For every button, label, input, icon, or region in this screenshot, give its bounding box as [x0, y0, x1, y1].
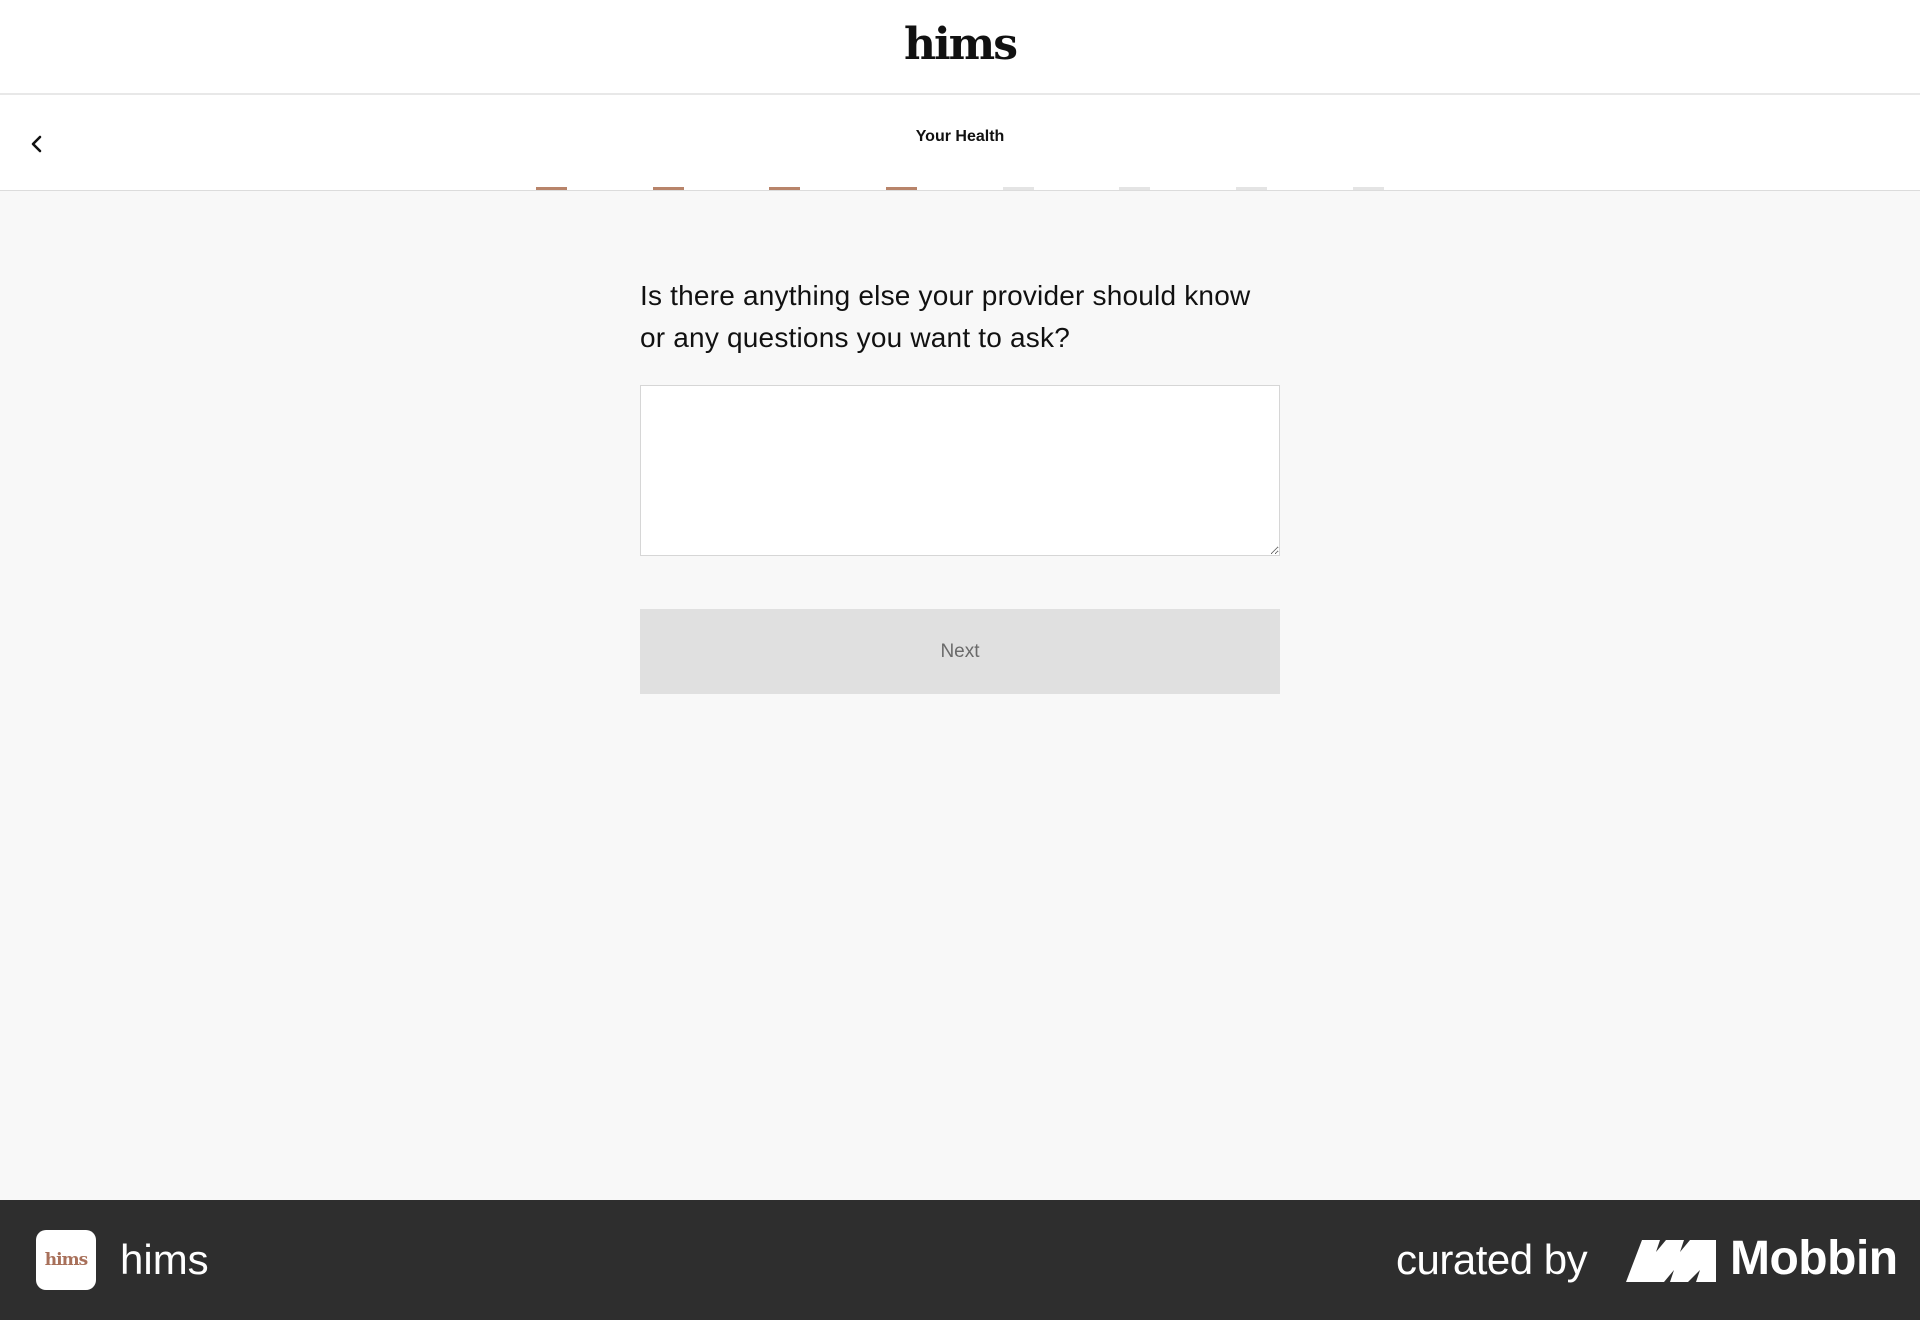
- question-form: Is there anything else your provider sho…: [640, 275, 1280, 694]
- progress-step: [1236, 187, 1267, 190]
- progress-step: [769, 187, 800, 190]
- progress-steps: [536, 187, 1386, 190]
- app-icon-logo: hims: [44, 1250, 88, 1270]
- progress-step: [886, 187, 917, 190]
- footer-bar: hims hims curated by Mobbin: [0, 1200, 1920, 1320]
- progress-step: [1003, 187, 1034, 190]
- mobbin-wordmark: Mobbin: [1730, 1232, 1898, 1285]
- progress-step: [1119, 187, 1150, 190]
- next-button[interactable]: Next: [640, 609, 1280, 694]
- section-title: Your Health: [915, 128, 1005, 145]
- progress-step: [536, 187, 567, 190]
- app-icon: hims: [36, 1230, 96, 1290]
- curated-by-text: curated by: [1396, 1236, 1588, 1283]
- step-header: Your Health: [0, 95, 1920, 191]
- progress-step: [1353, 187, 1384, 190]
- progress-step: [653, 187, 684, 190]
- answer-textarea[interactable]: [640, 385, 1280, 556]
- mobbin-logo-icon: [1626, 1240, 1716, 1282]
- brand-logo[interactable]: hims: [904, 19, 1018, 70]
- app-name: hims: [120, 1236, 209, 1283]
- question-text: Is there anything else your provider sho…: [640, 280, 1251, 353]
- top-header: hims: [0, 0, 1920, 95]
